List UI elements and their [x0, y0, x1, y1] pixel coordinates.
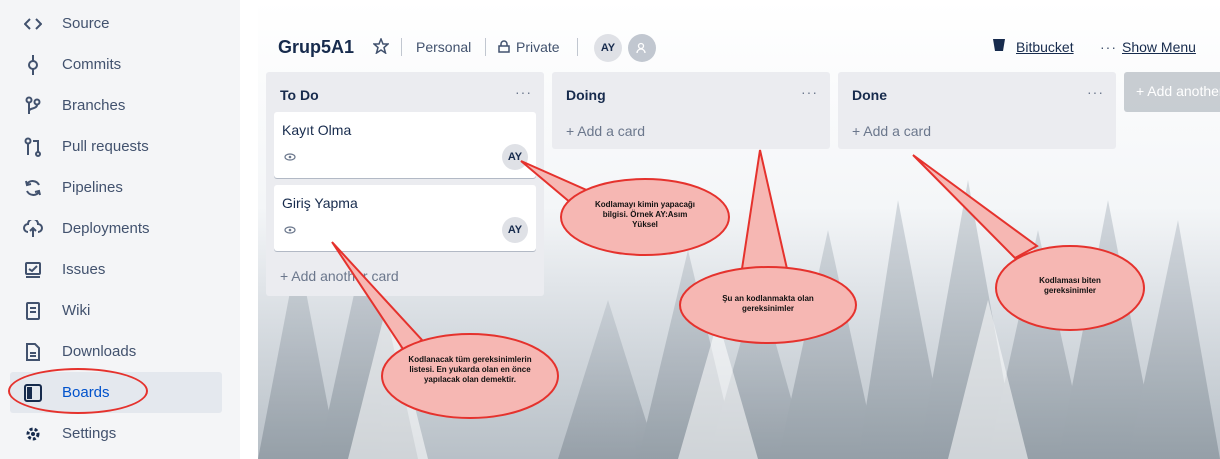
list-title[interactable]: Doing: [566, 87, 606, 103]
header-divider: [577, 38, 578, 56]
sidebar-item-branches[interactable]: Branches: [10, 85, 222, 126]
sidebar-item-label: Pipelines: [62, 179, 123, 196]
star-icon[interactable]: [372, 36, 390, 59]
add-list-label: + Add another list: [1136, 83, 1220, 99]
branch-icon: [20, 93, 46, 119]
board-area: Grup5A1 Personal Private AY Bitbucket ··…: [258, 0, 1220, 459]
bitbucket-link[interactable]: Bitbucket: [1016, 39, 1074, 55]
list-menu-icon[interactable]: ···: [1087, 84, 1104, 100]
list-done: Done ··· + Add a card: [838, 72, 1116, 149]
sidebar: Source Commits Branches Pull requests Pi…: [0, 0, 240, 459]
pull-request-icon: [20, 134, 46, 160]
card-avatar[interactable]: AY: [502, 217, 528, 243]
sidebar-item-label: Commits: [62, 56, 122, 73]
sidebar-item-label: Branches: [62, 97, 126, 114]
commit-icon: [20, 52, 46, 78]
add-card-button[interactable]: + Add a card: [566, 123, 645, 139]
show-menu-link[interactable]: Show Menu: [1122, 39, 1196, 55]
card-avatar[interactable]: AY: [502, 144, 528, 170]
wiki-icon: [20, 298, 46, 324]
card[interactable]: Giriş Yapma AY: [274, 185, 536, 251]
sidebar-item-label: Wiki: [62, 302, 91, 319]
code-icon: [20, 11, 46, 37]
header-divider: [401, 38, 402, 56]
list-title[interactable]: Done: [852, 87, 887, 103]
more-icon[interactable]: ···: [1100, 39, 1117, 55]
add-list-button[interactable]: + Add another list: [1124, 72, 1220, 112]
sidebar-item-label: Downloads: [62, 343, 137, 360]
callout-assignee-text: Kodlamayı kimin yapacağı bilgisi. Örnek …: [594, 200, 696, 229]
card[interactable]: Kayıt Olma AY: [274, 112, 536, 178]
header-divider: [485, 38, 486, 56]
bitbucket-icon: [992, 38, 1006, 57]
pipelines-icon: [20, 175, 46, 201]
list-todo: To Do ··· Kayıt Olma AY Giriş Yapma AY +…: [266, 72, 544, 296]
sidebar-item-boards[interactable]: Boards: [10, 372, 222, 413]
card-title: Kayıt Olma: [282, 122, 352, 138]
sidebar-item-deployments[interactable]: Deployments: [10, 208, 222, 249]
team-label[interactable]: Personal: [416, 39, 471, 55]
sidebar-item-pipelines[interactable]: Pipelines: [10, 167, 222, 208]
sidebar-item-wiki[interactable]: Wiki: [10, 290, 222, 331]
watch-icon: [284, 221, 296, 239]
sidebar-item-label: Boards: [62, 384, 110, 401]
downloads-icon: [20, 339, 46, 365]
sidebar-item-issues[interactable]: Issues: [10, 249, 222, 290]
sidebar-item-commits[interactable]: Commits: [10, 44, 222, 85]
callout-doing-text: Şu an kodlanmakta olan gereksinimler: [722, 294, 814, 313]
boards-icon: [20, 380, 46, 406]
sidebar-item-settings[interactable]: Settings: [10, 413, 222, 454]
gear-icon: [20, 421, 46, 447]
list-title[interactable]: To Do: [280, 87, 319, 103]
deployments-icon: [20, 216, 46, 242]
sidebar-item-label: Pull requests: [62, 138, 149, 155]
add-member-icon[interactable]: [628, 34, 656, 62]
sidebar-item-pull-requests[interactable]: Pull requests: [10, 126, 222, 167]
list-doing: Doing ··· + Add a card: [552, 72, 830, 149]
add-card-button[interactable]: + Add another card: [280, 268, 399, 284]
lock-icon: [498, 40, 510, 58]
callout-todo-text: Kodlanacak tüm gereksinimlerin listesi. …: [408, 355, 532, 384]
sidebar-item-label: Source: [62, 15, 110, 32]
add-card-button[interactable]: + Add a card: [852, 123, 931, 139]
watch-icon: [284, 148, 296, 166]
card-title: Giriş Yapma: [282, 195, 358, 211]
list-menu-icon[interactable]: ···: [515, 84, 532, 100]
list-menu-icon[interactable]: ···: [801, 84, 818, 100]
visibility-label[interactable]: Private: [516, 39, 560, 55]
sidebar-item-downloads[interactable]: Downloads: [10, 331, 222, 372]
sidebar-item-label: Settings: [62, 425, 117, 442]
board-title[interactable]: Grup5A1: [278, 37, 354, 58]
avatar[interactable]: AY: [594, 34, 622, 62]
issues-icon: [20, 257, 46, 283]
sidebar-item-label: Deployments: [62, 220, 150, 237]
sidebar-item-source[interactable]: Source: [10, 3, 222, 44]
sidebar-item-label: Issues: [62, 261, 106, 278]
callout-done-text: Kodlaması biten gereksinimler: [1039, 276, 1101, 295]
